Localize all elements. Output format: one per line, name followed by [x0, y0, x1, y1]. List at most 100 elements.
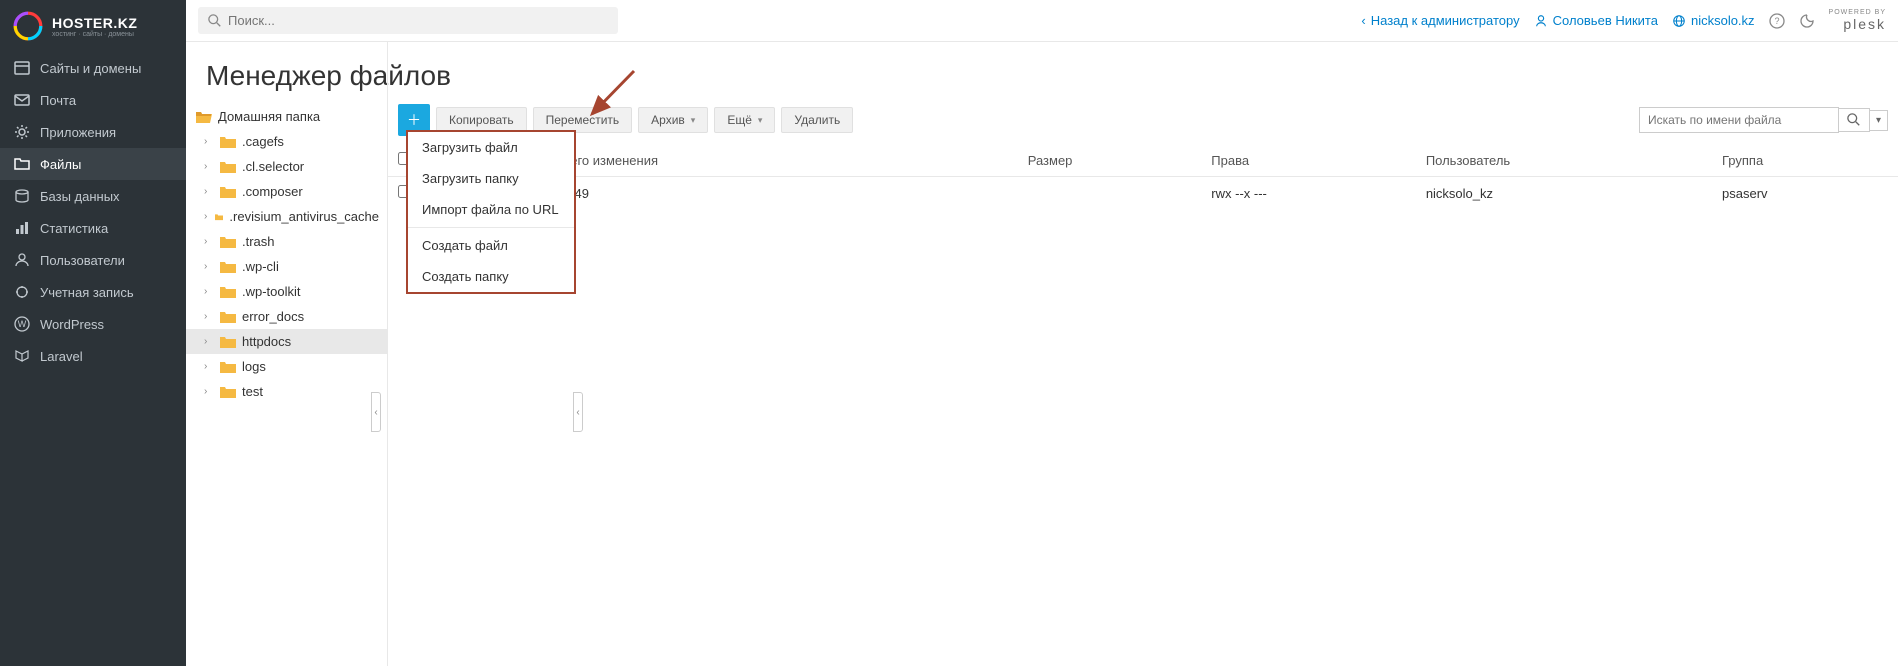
file-collapse-handle[interactable]: ‹ — [573, 392, 583, 432]
folder-icon — [220, 185, 236, 199]
tree-label: .revisium_antivirus_cache — [229, 209, 379, 224]
user-name: Соловьев Никита — [1553, 13, 1658, 28]
file-table: Дата последнего изменения Размер Права П… — [388, 144, 1898, 209]
tree-item[interactable]: › logs — [186, 354, 387, 379]
plesk-logo: POWERED BY plesk — [1829, 9, 1886, 32]
stats-icon — [14, 220, 30, 236]
nav-label: WordPress — [40, 317, 104, 332]
wordpress-icon: W — [14, 316, 30, 332]
logo-tagline: хостинг · сайты · домены — [52, 31, 137, 38]
theme-toggle[interactable] — [1799, 13, 1815, 29]
chevron-right-icon: › — [204, 186, 214, 197]
nav-label: Учетная запись — [40, 285, 134, 300]
folder-open-icon — [196, 110, 212, 124]
nav-files[interactable]: Файлы — [0, 148, 186, 180]
tree-label: logs — [242, 359, 266, 374]
help-icon[interactable]: ? — [1769, 13, 1785, 29]
back-to-admin-link[interactable]: ‹ Назад к администратору — [1361, 13, 1519, 28]
global-search[interactable] — [198, 7, 618, 34]
dropdown-upload-folder[interactable]: Загрузить папку — [408, 163, 574, 194]
folder-icon — [220, 235, 236, 249]
nav-label: Laravel — [40, 349, 83, 364]
nav-apps[interactable]: Приложения — [0, 116, 186, 148]
add-dropdown: Загрузить файл Загрузить папку Импорт фа… — [406, 130, 576, 294]
tree-item[interactable]: › .wp-cli — [186, 254, 387, 279]
tree-item[interactable]: › httpdocs — [186, 329, 387, 354]
folder-tree: Домашняя папка › .cagefs› .cl.selector› … — [186, 42, 388, 666]
chevron-right-icon: › — [204, 311, 214, 322]
tree-item[interactable]: › .cagefs — [186, 129, 387, 154]
nav-laravel[interactable]: Laravel — [0, 340, 186, 372]
tree-label: .trash — [242, 234, 275, 249]
tree-collapse-handle[interactable]: ‹ — [371, 392, 381, 432]
svg-text:W: W — [18, 319, 27, 329]
folder-icon — [14, 156, 30, 172]
cell-user: nicksolo_kz — [1416, 177, 1712, 210]
file-search-input[interactable] — [1639, 107, 1839, 133]
nav-label: Пользователи — [40, 253, 125, 268]
tree-item[interactable]: › .cl.selector — [186, 154, 387, 179]
svg-text:?: ? — [1774, 16, 1779, 26]
nav-label: Почта — [40, 93, 76, 108]
nav-account[interactable]: Учетная запись — [0, 276, 186, 308]
tree-item[interactable]: › .revisium_antivirus_cache — [186, 204, 387, 229]
cell-size — [1018, 177, 1202, 210]
users-icon — [14, 252, 30, 268]
file-toolbar: ＋ Копировать Переместить Архив▾ Ещё▾ Уда… — [388, 104, 1898, 144]
folder-icon — [220, 285, 236, 299]
nav-mail[interactable]: Почта — [0, 84, 186, 116]
col-user[interactable]: Пользователь — [1416, 144, 1712, 177]
tree-label: httpdocs — [242, 334, 291, 349]
col-perms[interactable]: Права — [1201, 144, 1416, 177]
dropdown-create-file[interactable]: Создать файл — [408, 230, 574, 261]
nav-db[interactable]: Базы данных — [0, 180, 186, 212]
dropdown-upload-file[interactable]: Загрузить файл — [408, 132, 574, 163]
chevron-right-icon: › — [204, 136, 214, 147]
content: Менеджер файлов Домашняя папка › .cagefs… — [186, 42, 1898, 666]
more-button[interactable]: Ещё▾ — [714, 107, 775, 133]
nav-label: Базы данных — [40, 189, 120, 204]
search-input[interactable] — [228, 13, 608, 28]
chevron-right-icon: › — [204, 286, 214, 297]
archive-button[interactable]: Архив▾ — [638, 107, 708, 133]
file-search-options[interactable]: ▾ — [1870, 110, 1888, 131]
file-search-button[interactable] — [1839, 108, 1870, 132]
tree-item[interactable]: › .wp-toolkit — [186, 279, 387, 304]
domain-link[interactable]: nicksolo.kz — [1672, 13, 1755, 28]
nav-sites[interactable]: Сайты и домены — [0, 52, 186, 84]
chevron-down-icon: ▾ — [758, 115, 763, 126]
user-menu[interactable]: Соловьев Никита — [1534, 13, 1658, 28]
tree-label: .composer — [242, 184, 303, 199]
nav-label: Приложения — [40, 125, 116, 140]
dropdown-import-url[interactable]: Импорт файла по URL — [408, 194, 574, 225]
folder-icon — [220, 310, 236, 324]
nav-label: Сайты и домены — [40, 61, 141, 76]
account-icon — [14, 284, 30, 300]
nav-users[interactable]: Пользователи — [0, 244, 186, 276]
nav-label: Файлы — [40, 157, 81, 172]
sidebar: HOSTER.KZ хостинг · сайты · домены Сайты… — [0, 0, 186, 666]
tree-label: Домашняя папка — [218, 109, 320, 124]
dropdown-create-folder[interactable]: Создать папку — [408, 261, 574, 292]
logo-icon — [12, 10, 44, 42]
tree-item[interactable]: › .composer — [186, 179, 387, 204]
col-size[interactable]: Размер — [1018, 144, 1202, 177]
chevron-right-icon: › — [204, 386, 214, 397]
chevron-right-icon: › — [204, 211, 209, 222]
chevron-right-icon: › — [204, 361, 214, 372]
tree-item[interactable]: › test — [186, 379, 387, 404]
chevron-down-icon: ▾ — [691, 115, 696, 126]
nav-wordpress[interactable]: W WordPress — [0, 308, 186, 340]
tree-item[interactable]: › .trash — [186, 229, 387, 254]
table-row[interactable]: 23/02/2024 01:49 rwx --x --- nicksolo_kz… — [388, 177, 1898, 210]
col-group[interactable]: Группа — [1712, 144, 1898, 177]
tree-root[interactable]: Домашняя папка — [186, 104, 387, 129]
folder-icon — [220, 360, 236, 374]
nav-stats[interactable]: Статистика — [0, 212, 186, 244]
tree-item[interactable]: › error_docs — [186, 304, 387, 329]
main: ‹ Назад к администратору Соловьев Никита… — [186, 0, 1898, 666]
chevron-right-icon: › — [204, 336, 214, 347]
tree-label: .wp-toolkit — [242, 284, 301, 299]
delete-button[interactable]: Удалить — [781, 107, 853, 133]
logo[interactable]: HOSTER.KZ хостинг · сайты · домены — [0, 0, 186, 52]
